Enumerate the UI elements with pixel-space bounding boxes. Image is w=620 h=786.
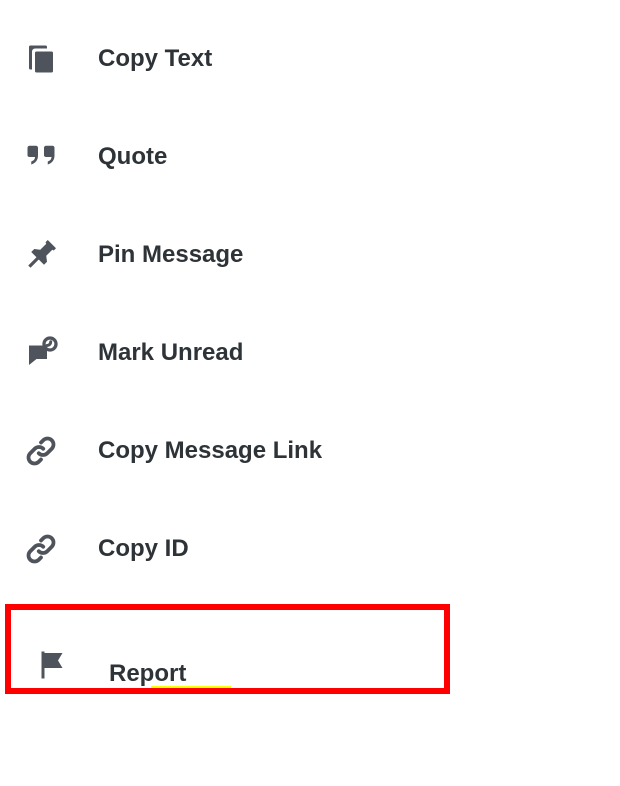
menu-item-copy-message-link[interactable]: Copy Message Link — [0, 402, 620, 500]
menu-item-label: Pin Message — [98, 241, 243, 269]
menu-item-quote[interactable]: Quote — [0, 108, 620, 206]
menu-item-label: Copy ID — [98, 535, 189, 563]
report-highlight-box: Report — [5, 604, 450, 694]
menu-item-pin-message[interactable]: Pin Message — [0, 206, 620, 304]
link-icon — [18, 428, 64, 474]
menu-item-copy-text[interactable]: Copy Text — [0, 10, 620, 108]
menu-item-label: Mark Unread — [98, 339, 243, 367]
menu-item-label: Report — [109, 660, 186, 688]
mark-unread-icon — [18, 330, 64, 376]
menu-item-report[interactable]: Report — [11, 610, 444, 688]
menu-item-label: Copy Text — [98, 45, 212, 73]
menu-item-copy-id[interactable]: Copy ID — [0, 500, 620, 598]
menu-item-label: Copy Message Link — [98, 437, 322, 465]
pin-icon — [18, 232, 64, 278]
quote-icon — [18, 134, 64, 180]
flag-icon — [29, 642, 75, 688]
menu-item-mark-unread[interactable]: Mark Unread — [0, 304, 620, 402]
copy-text-icon — [18, 36, 64, 82]
menu-item-label: Quote — [98, 143, 167, 171]
link-icon — [18, 526, 64, 572]
